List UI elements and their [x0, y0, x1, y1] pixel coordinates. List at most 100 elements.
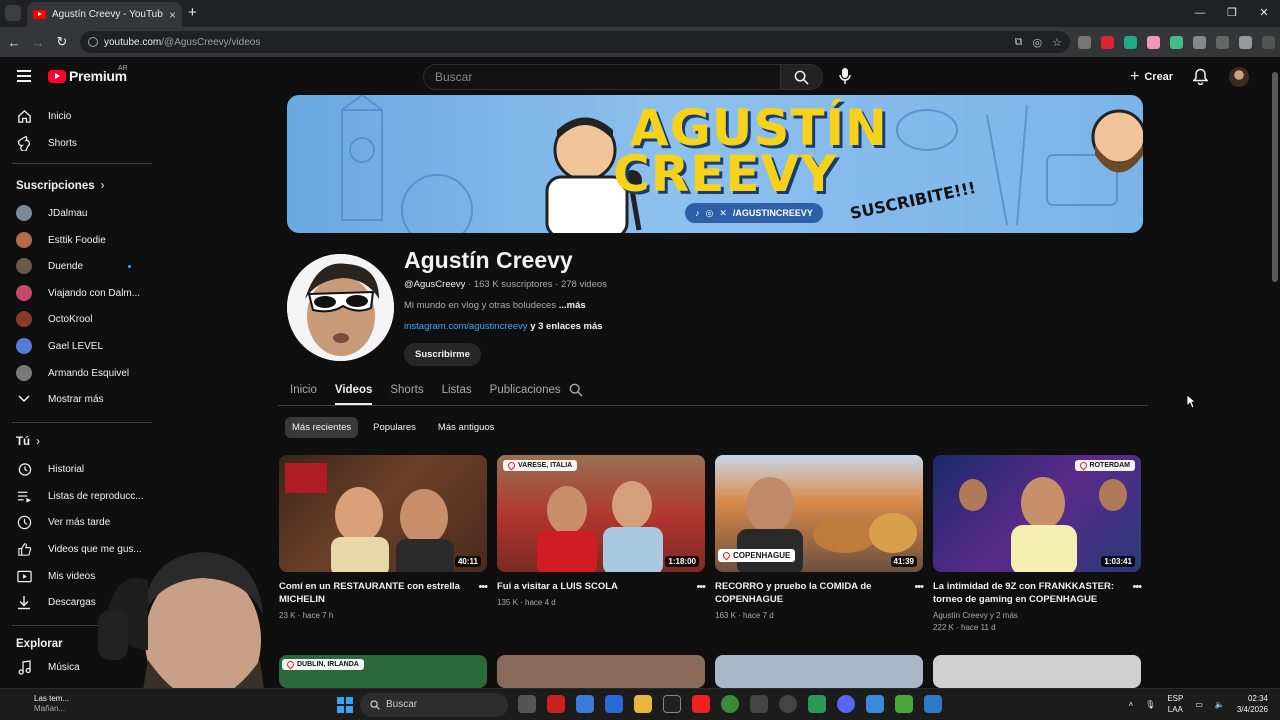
sidebar-item-playlists[interactable]: Listas de reproducc... — [0, 483, 154, 509]
video-thumbnail[interactable]: VARESE, ITALIA 1:18:00 — [497, 455, 705, 572]
input-language[interactable]: ESP LAA — [1167, 693, 1183, 715]
video-author[interactable]: Agustín Creevy y 2 más — [933, 610, 1141, 622]
sidebar-item-inicio[interactable]: Inicio — [0, 103, 154, 129]
sidebar-item-viajando[interactable]: Viajando con Dalm... — [0, 280, 154, 306]
more-links[interactable]: y 3 enlaces más — [530, 321, 602, 332]
tab-search-menu[interactable] — [5, 5, 21, 21]
chevron-up-icon[interactable]: ˄ — [1128, 700, 1133, 709]
app-icon[interactable] — [750, 695, 768, 713]
sidebar-item-gael-level[interactable]: Gael LEVEL — [0, 333, 154, 359]
profile-icon[interactable] — [1239, 35, 1252, 49]
app-icon[interactable] — [663, 695, 681, 713]
video-thumbnail[interactable]: 40:11 — [279, 455, 487, 572]
notifications-button[interactable] — [1193, 68, 1208, 85]
new-tab-icon[interactable]: + — [188, 4, 197, 21]
clock[interactable]: 02:34 3/4/2026 — [1237, 693, 1268, 715]
sidebar-item-jdalmau[interactable]: JDalmau — [0, 200, 154, 226]
sidebar-item-shorts[interactable]: Shorts — [0, 130, 154, 156]
video-card[interactable]: VARESE, ITALIA 1:18:00 Fui a visitar a L… — [497, 455, 706, 609]
close-window-icon[interactable]: ✕ — [1248, 0, 1280, 27]
reading-list-icon[interactable] — [1216, 35, 1229, 49]
scrollbar-thumb[interactable] — [1272, 72, 1278, 282]
extension-icon[interactable] — [1078, 35, 1091, 49]
tab-listas[interactable]: Listas — [442, 377, 472, 405]
video-thumbnail[interactable]: COPENHAGUE 41:39 — [715, 455, 923, 572]
forward-icon[interactable]: → — [26, 35, 50, 50]
subscribe-button[interactable]: Suscribirme — [404, 343, 481, 366]
bookmark-star-icon[interactable]: ☆ — [1052, 36, 1062, 49]
video-title[interactable]: La intimidad de 9Z con FRANKKASTER: torn… — [933, 580, 1123, 606]
tracking-icon[interactable]: ◎ — [1033, 36, 1043, 49]
channel-search-button[interactable] — [569, 383, 583, 397]
restore-icon[interactable]: ❐ — [1216, 0, 1248, 27]
close-tab-icon[interactable]: × — [169, 8, 176, 22]
extensions-puzzle-icon[interactable] — [1193, 35, 1206, 49]
menu-hamburger-icon[interactable] — [17, 70, 31, 85]
app-icon[interactable] — [895, 695, 913, 713]
minimize-icon[interactable]: — — [1184, 0, 1216, 27]
show-more-button[interactable]: Mostrar más — [0, 386, 154, 412]
channel-description[interactable]: Mi mundo en vlog y otras boludeces ...má… — [404, 300, 586, 311]
account-avatar[interactable] — [1229, 67, 1249, 87]
video-thumbnail[interactable] — [497, 655, 705, 688]
task-view-icon[interactable] — [518, 695, 536, 713]
reload-icon[interactable]: ↻ — [50, 34, 74, 50]
outlook-icon[interactable] — [605, 695, 623, 713]
more-actions-icon[interactable]: ••• — [478, 581, 488, 593]
cast-icon[interactable]: ⧉ — [1015, 36, 1023, 49]
tab-shorts[interactable]: Shorts — [390, 377, 423, 405]
photos-icon[interactable] — [866, 695, 884, 713]
chip-populares[interactable]: Populares — [366, 417, 423, 438]
more-actions-icon[interactable]: ••• — [696, 581, 706, 593]
search-input[interactable]: Buscar — [423, 64, 781, 90]
start-button-icon[interactable] — [337, 697, 353, 713]
notes-icon[interactable] — [808, 695, 826, 713]
sidebar-item-historial[interactable]: Historial — [0, 456, 154, 482]
video-thumbnail[interactable] — [933, 655, 1141, 688]
extension-icon[interactable] — [1170, 35, 1183, 49]
create-button[interactable]: + Crear — [1124, 64, 1179, 90]
discord-icon[interactable] — [837, 695, 855, 713]
taskbar-search[interactable]: Buscar — [360, 693, 508, 717]
browser-menu-icon[interactable] — [1262, 35, 1275, 49]
extension-icon[interactable] — [1147, 35, 1160, 49]
chrome-icon[interactable] — [721, 695, 739, 713]
search-button[interactable] — [781, 64, 823, 90]
instagram-link[interactable]: instagram.com/agustincreevy — [404, 321, 528, 332]
sidebar-item-watch-later[interactable]: Ver más tarde — [0, 509, 154, 535]
video-card[interactable]: COPENHAGUE 41:39 RECORRO y pruebo la COM… — [715, 455, 924, 622]
tab-inicio[interactable]: Inicio — [290, 377, 317, 405]
browser-tab[interactable]: Agustín Creevy - YouTube × — [27, 2, 182, 27]
video-thumbnail[interactable]: DUBLIN, IRLANDA — [279, 655, 487, 688]
video-title[interactable]: RECORRO y pruebo la COMIDA de COPENHAGUE — [715, 580, 905, 606]
volume-icon[interactable]: 🔈 — [1215, 700, 1225, 709]
you-heading[interactable]: Tú › — [16, 436, 40, 448]
more-actions-icon[interactable]: ••• — [1132, 581, 1142, 593]
chip-mas-recientes[interactable]: Más recientes — [285, 417, 359, 438]
video-card[interactable]: 40:11 Comí en un RESTAURANTE con estrell… — [279, 455, 488, 622]
file-explorer-icon[interactable] — [634, 695, 652, 713]
weather-widget[interactable]: Las tem... Mañan... — [14, 694, 69, 714]
store-icon[interactable] — [576, 695, 594, 713]
video-title[interactable]: Fui a visitar a LUIS SCOLA — [497, 580, 687, 593]
site-info-icon[interactable] — [88, 37, 98, 47]
tab-videos[interactable]: Videos — [334, 377, 372, 405]
youtube-logo[interactable]: Premium AR — [48, 65, 128, 84]
sidebar-item-armando-esquivel[interactable]: Armando Esquivel — [0, 360, 154, 386]
app-icon[interactable] — [924, 695, 942, 713]
media-player-icon[interactable] — [692, 695, 710, 713]
tab-publicaciones[interactable]: Publicaciones — [490, 377, 561, 405]
video-thumbnail[interactable]: ROTERDAM 1:03:41 — [933, 455, 1141, 572]
chip-mas-antiguos[interactable]: Más antiguos — [431, 417, 502, 438]
app-icon[interactable] — [547, 695, 565, 713]
address-bar[interactable]: youtube.com/@AgusCreevy/videos ⧉ ◎ ☆ — [80, 31, 1070, 53]
back-icon[interactable]: ← — [2, 35, 26, 50]
video-thumbnail[interactable] — [715, 655, 923, 688]
video-title[interactable]: Comí en un RESTAURANTE con estrella MICH… — [279, 580, 469, 606]
extension-icon[interactable] — [1124, 35, 1137, 49]
sidebar-item-esttik-foodie[interactable]: Esttik Foodie — [0, 227, 154, 253]
description-more-link[interactable]: ...más — [559, 300, 586, 311]
subscriptions-heading[interactable]: Suscripciones › — [16, 180, 104, 192]
microphone-icon[interactable]: 🎙 — [1145, 700, 1155, 709]
network-icon[interactable]: ▭ — [1195, 700, 1203, 709]
